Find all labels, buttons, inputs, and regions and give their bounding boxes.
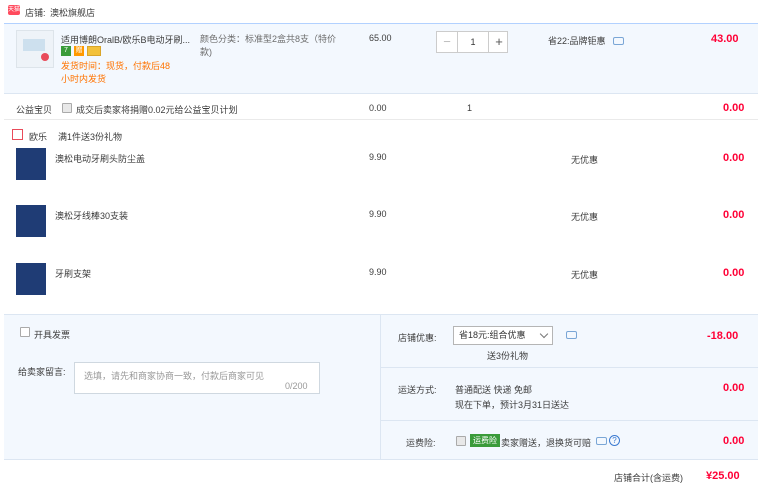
insurance-amount: 0.00 xyxy=(723,435,745,447)
seven-day-return-icon: 7 xyxy=(61,46,71,56)
charity-quantity: 1 xyxy=(467,103,473,113)
shop-promo-amount: -18.00 xyxy=(707,330,739,342)
item-subtotal: 43.00 xyxy=(711,33,739,45)
tmall-shop-icon: 天猫 xyxy=(8,5,21,15)
message-counter: 0/200 xyxy=(285,381,308,391)
charity-price: 0.00 xyxy=(369,103,387,113)
item-promotion: 省22:品牌钜惠 xyxy=(548,36,606,46)
gift-name-link[interactable]: 牙刷支架 xyxy=(55,267,91,280)
gift-name-link[interactable]: 澳松电动牙刷头防尘盖 xyxy=(55,152,145,165)
seller-message-textarea[interactable]: 选填，请先和商家协商一致，付款后商家可见 0/200 xyxy=(74,362,320,394)
promo-info-icon[interactable] xyxy=(613,37,624,45)
gift-price: 9.90 xyxy=(369,267,387,277)
gift-promotion: 无优惠 xyxy=(571,270,599,280)
increase-quantity-button[interactable]: + xyxy=(489,32,509,52)
unit-price: 65.00 xyxy=(369,33,392,43)
panel-divider xyxy=(380,314,381,459)
delivery-method: 普通配送 快递 免邮 xyxy=(455,385,533,395)
chevron-down-icon xyxy=(539,329,549,339)
shop-promo-selected: 省18元:组合优惠 xyxy=(459,330,526,340)
shop-promo-label: 店铺优惠: xyxy=(398,333,437,343)
insurance-badge: 运费险 xyxy=(470,434,500,447)
gift-price: 9.90 xyxy=(369,152,387,162)
gift-promotion-text: 满1件送3份礼物 xyxy=(58,132,123,142)
gift-name-link[interactable]: 澳松牙线棒30支装 xyxy=(55,209,128,222)
gift-subtotal: 0.00 xyxy=(723,267,745,279)
shop-name-link[interactable]: 澳松旗舰店 xyxy=(50,6,95,19)
panel-divider xyxy=(381,420,758,421)
gift-price: 9.90 xyxy=(369,209,387,219)
quantity-input[interactable]: 1 xyxy=(457,32,489,52)
shipping-time: 发货时间：现货，付款后48小时内发货 xyxy=(61,61,171,84)
message-placeholder: 选填，请先和商家协商一致，付款后商家可见 xyxy=(84,371,265,381)
delivery-label: 运送方式: xyxy=(398,385,437,395)
gift-subtotal: 0.00 xyxy=(723,209,745,221)
brand-dot-icon xyxy=(41,53,49,61)
gift-thumbnail[interactable] xyxy=(16,205,46,237)
shop-total-amount: ¥25.00 xyxy=(706,470,740,482)
toothbrush-heads-image xyxy=(23,39,45,51)
promo-info-icon[interactable] xyxy=(566,331,577,339)
delivery-eta: 现在下单，预计3月31日送达 xyxy=(455,400,570,410)
shop-promo-sub: 送3份礼物 xyxy=(487,351,529,361)
gift-icon xyxy=(12,129,23,140)
charity-checkbox[interactable] xyxy=(62,103,72,113)
gift-promotion: 无优惠 xyxy=(571,212,599,222)
insurance-info-icon[interactable] xyxy=(596,437,607,445)
insurance-label: 运费险: xyxy=(406,438,436,448)
shop-total-label: 店铺合计(含运费) xyxy=(614,473,683,483)
invoice-label[interactable]: 开具发票 xyxy=(34,328,70,341)
shop-promo-select[interactable]: 省18元:组合优惠 xyxy=(453,326,553,345)
gift-thumbnail[interactable] xyxy=(16,148,46,180)
help-icon[interactable]: ? xyxy=(609,435,620,446)
insurance-text: 卖家赠送，退换货可赔 xyxy=(501,438,592,448)
insurance-checkbox[interactable] xyxy=(456,436,466,446)
message-label: 给卖家留言: xyxy=(18,367,66,377)
quantity-stepper[interactable]: − 1 + xyxy=(436,31,508,53)
gift-tag-icon: 赠 xyxy=(74,46,84,56)
charity-subtotal: 0.00 xyxy=(723,102,745,114)
credit-card-icon xyxy=(87,46,101,56)
charity-text: 成交后卖家将捐赠0.02元给公益宝贝计划 xyxy=(76,105,238,115)
gift-promotion: 无优惠 xyxy=(571,155,599,165)
invoice-checkbox[interactable] xyxy=(20,327,30,337)
product-thumbnail[interactable] xyxy=(16,30,54,68)
shop-header: 天猫 店铺: 澳松旗舰店 xyxy=(0,0,758,22)
product-spec: 颜色分类：标准型2盒共8支（特价款) xyxy=(200,34,337,57)
gift-thumbnail[interactable] xyxy=(16,263,46,295)
gift-subtotal: 0.00 xyxy=(723,152,745,164)
panel-divider xyxy=(381,367,758,368)
gift-brand: 欧乐 xyxy=(29,132,48,142)
charity-label: 公益宝贝 xyxy=(16,105,53,115)
delivery-amount: 0.00 xyxy=(723,382,745,394)
decrease-quantity-button[interactable]: − xyxy=(437,32,457,52)
product-title-link[interactable]: 适用博朗OralB/欧乐B电动牙刷... xyxy=(61,33,197,46)
shop-label: 店铺: xyxy=(25,8,46,18)
